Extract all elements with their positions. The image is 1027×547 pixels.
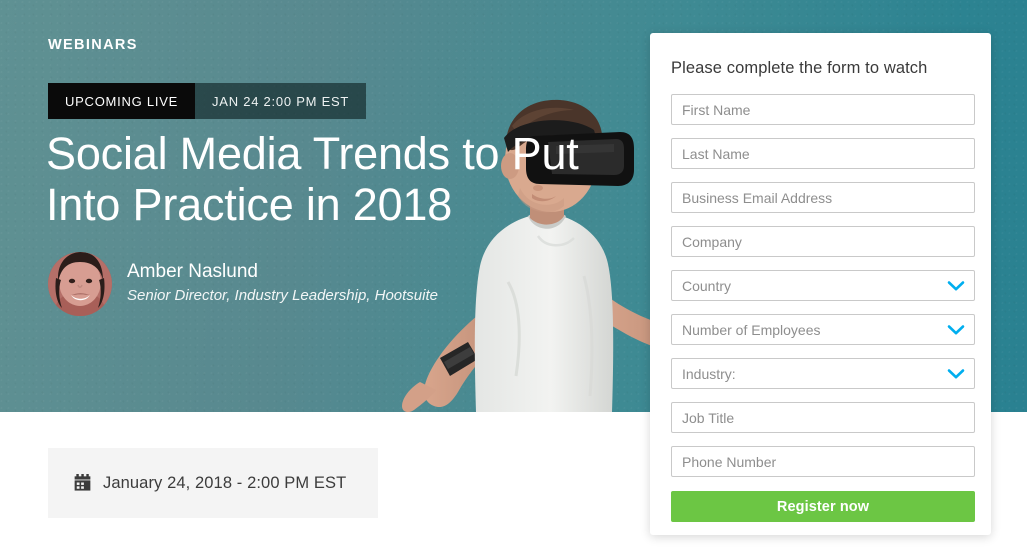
field-first-name[interactable] [671, 94, 975, 125]
speaker-text: Amber Naslund Senior Director, Industry … [127, 259, 438, 309]
job-title-input[interactable] [671, 402, 975, 433]
number-of-employees-select[interactable] [671, 314, 975, 345]
country-select[interactable] [671, 270, 975, 301]
register-now-button[interactable]: Register now [671, 491, 975, 522]
company-input[interactable] [671, 226, 975, 257]
field-industry[interactable] [671, 358, 975, 389]
field-number-of-employees[interactable] [671, 314, 975, 345]
first-name-input[interactable] [671, 94, 975, 125]
field-phone-number[interactable] [671, 446, 975, 477]
form-heading: Please complete the form to watch [671, 59, 928, 77]
hero-eyebrow: WEBINARS [48, 37, 138, 53]
industry-select[interactable] [671, 358, 975, 389]
webinar-landing-page: WEBINARS UPCOMING LIVE JAN 24 2:00 PM ES… [0, 0, 1027, 547]
avatar-image [48, 252, 112, 316]
last-name-input[interactable] [671, 138, 975, 169]
speaker-name: Amber Naslund [127, 261, 258, 282]
schedule-box: January 24, 2018 - 2:00 PM EST [48, 448, 378, 518]
page-title: Social Media Trends to Put Into Practice… [46, 128, 579, 230]
schedule-date-text: January 24, 2018 - 2:00 PM EST [103, 473, 347, 492]
calendar-icon [74, 473, 91, 491]
field-company[interactable] [671, 226, 975, 257]
badge-time-label: JAN 24 2:00 PM EST [195, 83, 367, 119]
avatar [48, 252, 112, 316]
field-job-title[interactable] [671, 402, 975, 433]
speaker-block: Amber Naslund Senior Director, Industry … [48, 252, 438, 316]
speaker-role: Senior Director, Industry Leadership, Ho… [127, 287, 438, 304]
status-badge: UPCOMING LIVE JAN 24 2:00 PM EST [48, 83, 367, 119]
field-business-email[interactable] [671, 182, 975, 213]
field-country[interactable] [671, 270, 975, 301]
badge-status-label: UPCOMING LIVE [48, 83, 196, 119]
registration-form-card: Please complete the form to watch First … [650, 33, 991, 535]
phone-number-input[interactable] [671, 446, 975, 477]
business-email-input[interactable] [671, 182, 975, 213]
field-last-name[interactable] [671, 138, 975, 169]
